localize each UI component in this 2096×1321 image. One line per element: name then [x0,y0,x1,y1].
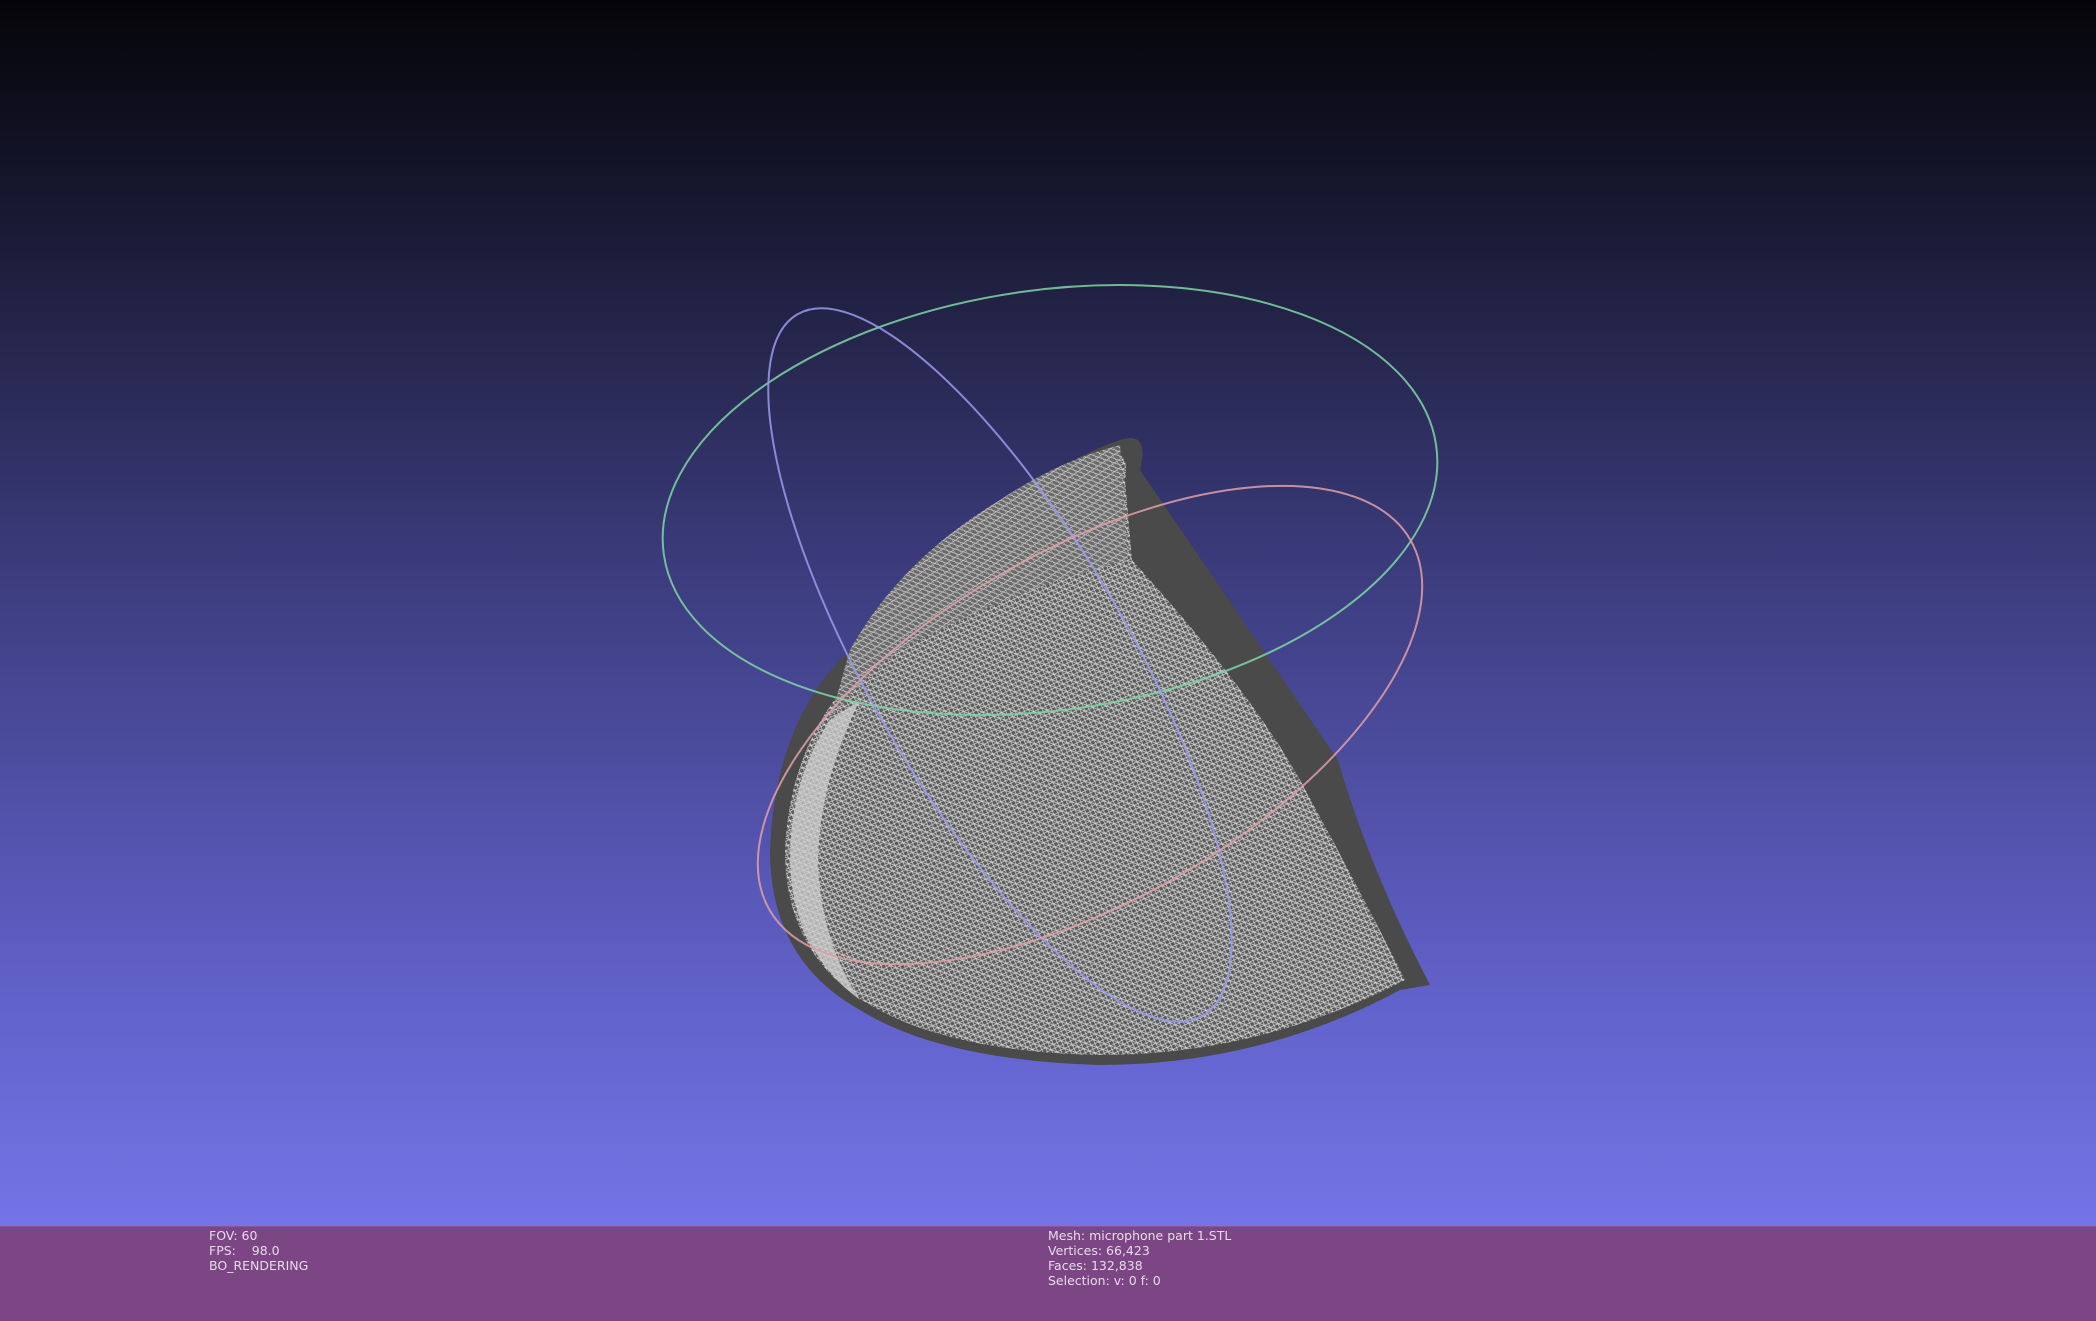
selection-label: Selection: v: 0 f: 0 [1048,1273,1161,1288]
faces-label: Faces: 132,838 [1048,1258,1143,1273]
vertices-label: Vertices: 66,423 [1048,1243,1150,1258]
render-info: FOV: 60 FPS: 98.0 BO_RENDERING [209,1228,308,1273]
mesh-render[interactable] [0,0,2096,1226]
mesh-name-label: Mesh: microphone part 1.STL [1048,1228,1232,1243]
fps-label: FPS: 98.0 [209,1243,280,1258]
3d-viewport[interactable] [0,0,2096,1226]
mesh-info: Mesh: microphone part 1.STL Vertices: 66… [1048,1228,1231,1288]
fov-label: FOV: 60 [209,1228,258,1243]
info-bar: FOV: 60 FPS: 98.0 BO_RENDERING Mesh: mic… [0,1226,2096,1321]
render-mode-label: BO_RENDERING [209,1258,309,1273]
